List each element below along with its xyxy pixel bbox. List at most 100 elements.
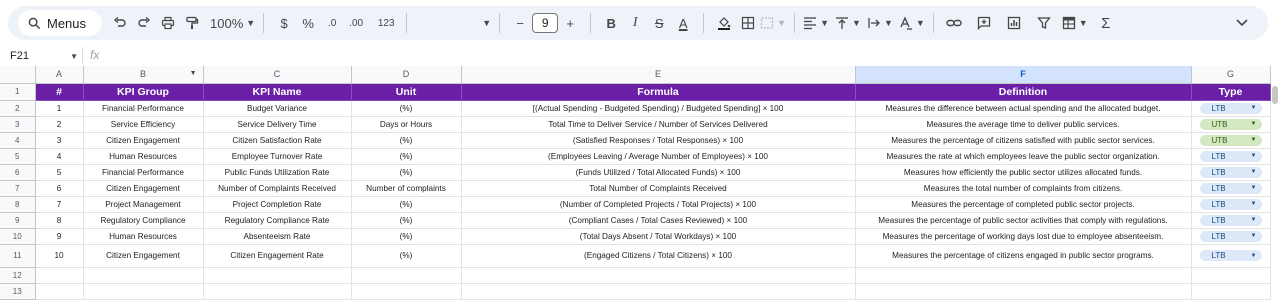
type-dropdown-chip[interactable]: LTB ▼ bbox=[1199, 150, 1262, 162]
text-wrap-icon[interactable]: ▼ bbox=[867, 10, 893, 36]
type-dropdown-chip[interactable]: LTB ▼ bbox=[1199, 198, 1262, 210]
type-dropdown-chip[interactable]: LTB ▼ bbox=[1199, 214, 1262, 226]
column-header-c[interactable]: C bbox=[203, 66, 352, 84]
column-header-a[interactable]: A bbox=[35, 66, 84, 84]
borders-icon[interactable] bbox=[736, 10, 760, 36]
row-header[interactable]: 12 bbox=[0, 267, 36, 284]
cell-type[interactable]: LTB ▼ bbox=[1191, 196, 1271, 213]
cell-kpi-name[interactable]: Citizen Satisfaction Rate bbox=[203, 132, 352, 149]
cell-type[interactable]: LTB ▼ bbox=[1191, 164, 1271, 181]
cell-number[interactable]: 4 bbox=[35, 148, 84, 165]
decrease-decimal-button[interactable]: .0 bbox=[320, 10, 344, 36]
cell-unit[interactable]: (%) bbox=[351, 228, 462, 245]
cell-type[interactable]: UTB ▼ bbox=[1191, 132, 1271, 149]
cell-type[interactable]: LTB ▼ bbox=[1191, 180, 1271, 197]
header-number[interactable]: # bbox=[35, 83, 84, 101]
cell-kpi-group[interactable]: Service Efficiency bbox=[83, 116, 204, 133]
empty-cell[interactable] bbox=[461, 283, 856, 300]
empty-cell[interactable] bbox=[83, 267, 204, 284]
cell-definition[interactable]: Measures the rate at which employees lea… bbox=[855, 148, 1192, 165]
number-format-button[interactable]: 123 bbox=[374, 10, 398, 36]
cell-kpi-name[interactable]: Number of Complaints Received bbox=[203, 180, 352, 197]
cell-number[interactable]: 5 bbox=[35, 164, 84, 181]
header-kpi-name[interactable]: KPI Name bbox=[203, 83, 352, 101]
cell-formula[interactable]: (Employees Leaving / Average Number of E… bbox=[461, 148, 856, 165]
row-header[interactable]: 4 bbox=[0, 132, 36, 149]
column-header-f[interactable]: F bbox=[855, 66, 1192, 84]
cell-kpi-group[interactable]: Human Resources bbox=[83, 228, 204, 245]
type-dropdown-chip[interactable]: LTB ▼ bbox=[1199, 102, 1262, 114]
cell-formula[interactable]: (Engaged Citizens / Total Citizens) × 10… bbox=[461, 244, 856, 268]
cell-formula[interactable]: (Number of Completed Projects / Total Pr… bbox=[461, 196, 856, 213]
name-box[interactable]: F21 ▼ bbox=[10, 49, 78, 63]
header-type[interactable]: Type bbox=[1191, 83, 1271, 101]
chart-icon[interactable] bbox=[1002, 10, 1026, 36]
empty-cell[interactable] bbox=[203, 267, 352, 284]
cell-type[interactable]: LTB ▼ bbox=[1191, 100, 1271, 117]
increase-decimal-button[interactable]: .00 bbox=[344, 10, 368, 36]
type-dropdown-chip[interactable]: LTB ▼ bbox=[1199, 166, 1262, 178]
header-formula[interactable]: Formula bbox=[461, 83, 856, 101]
cell-unit[interactable]: Number of complaints bbox=[351, 180, 462, 197]
empty-cell[interactable] bbox=[35, 283, 84, 300]
row-header[interactable]: 9 bbox=[0, 212, 36, 229]
font-select[interactable]: ▼ bbox=[415, 10, 491, 36]
type-dropdown-chip[interactable]: UTB ▼ bbox=[1199, 118, 1262, 130]
cell-kpi-name[interactable]: Employee Turnover Rate bbox=[203, 148, 352, 165]
empty-cell[interactable] bbox=[1191, 283, 1271, 300]
cell-formula[interactable]: [(Actual Spending - Budgeted Spending) /… bbox=[461, 100, 856, 117]
text-color-icon[interactable]: A bbox=[671, 10, 695, 36]
cell-kpi-name[interactable]: Service Delivery Time bbox=[203, 116, 352, 133]
cell-definition[interactable]: Measures the percentage of completed pub… bbox=[855, 196, 1192, 213]
cell-definition[interactable]: Measures how efficiently the public sect… bbox=[855, 164, 1192, 181]
row-header[interactable]: 5 bbox=[0, 148, 36, 165]
cell-formula[interactable]: Total Time to Deliver Service / Number o… bbox=[461, 116, 856, 133]
filter-views-icon[interactable]: ▼ bbox=[1062, 10, 1088, 36]
font-size-input[interactable]: 9 bbox=[532, 13, 559, 33]
cell-kpi-group[interactable]: Citizen Engagement bbox=[83, 244, 204, 268]
chevron-down-icon[interactable]: ▼ bbox=[190, 70, 197, 77]
merge-cells-icon[interactable]: ▼ bbox=[760, 10, 786, 36]
cell-kpi-group[interactable]: Financial Performance bbox=[83, 164, 204, 181]
horizontal-align-icon[interactable]: ▼ bbox=[803, 10, 829, 36]
cell-definition[interactable]: Measures the percentage of citizens sati… bbox=[855, 132, 1192, 149]
type-dropdown-chip[interactable]: UTB ▼ bbox=[1199, 134, 1262, 146]
row-header[interactable]: 7 bbox=[0, 180, 36, 197]
cell-definition[interactable]: Measures the average time to deliver pub… bbox=[855, 116, 1192, 133]
percent-button[interactable]: % bbox=[296, 10, 320, 36]
cell-type[interactable]: LTB ▼ bbox=[1191, 244, 1271, 268]
cell-kpi-name[interactable]: Project Completion Rate bbox=[203, 196, 352, 213]
cell-number[interactable]: 3 bbox=[35, 132, 84, 149]
empty-cell[interactable] bbox=[35, 267, 84, 284]
type-dropdown-chip[interactable]: LTB ▼ bbox=[1199, 250, 1262, 261]
font-size-increase-button[interactable]: + bbox=[558, 10, 582, 36]
cell-type[interactable]: LTB ▼ bbox=[1191, 212, 1271, 229]
cell-unit[interactable]: (%) bbox=[351, 164, 462, 181]
row-header[interactable]: 6 bbox=[0, 164, 36, 181]
cell-type[interactable]: LTB ▼ bbox=[1191, 148, 1271, 165]
menus-search[interactable]: Menus bbox=[18, 10, 102, 36]
strikethrough-icon[interactable]: S bbox=[647, 10, 671, 36]
cell-formula[interactable]: (Satisfied Responses / Total Responses) … bbox=[461, 132, 856, 149]
column-header-e[interactable]: E bbox=[461, 66, 856, 84]
bold-icon[interactable]: B bbox=[599, 10, 623, 36]
cell-number[interactable]: 8 bbox=[35, 212, 84, 229]
cell-definition[interactable]: Measures the difference between actual s… bbox=[855, 100, 1192, 117]
chevron-down-icon[interactable] bbox=[1230, 10, 1254, 36]
cell-definition[interactable]: Measures the percentage of citizens enga… bbox=[855, 244, 1192, 268]
cell-kpi-name[interactable]: Public Funds Utilization Rate bbox=[203, 164, 352, 181]
cell-number[interactable]: 6 bbox=[35, 180, 84, 197]
cell-formula[interactable]: (Compliant Cases / Total Cases Reviewed)… bbox=[461, 212, 856, 229]
cell-unit[interactable]: Days or Hours bbox=[351, 116, 462, 133]
cell-type[interactable]: LTB ▼ bbox=[1191, 228, 1271, 245]
cell-kpi-group[interactable]: Financial Performance bbox=[83, 100, 204, 117]
cell-type[interactable]: UTB ▼ bbox=[1191, 116, 1271, 133]
empty-cell[interactable] bbox=[855, 267, 1192, 284]
cell-number[interactable]: 10 bbox=[35, 244, 84, 268]
column-header-d[interactable]: D bbox=[351, 66, 462, 84]
cell-kpi-group[interactable]: Regulatory Compliance bbox=[83, 212, 204, 229]
cell-formula[interactable]: (Total Days Absent / Total Workdays) × 1… bbox=[461, 228, 856, 245]
cell-number[interactable]: 9 bbox=[35, 228, 84, 245]
redo-icon[interactable] bbox=[132, 10, 156, 36]
cell-unit[interactable]: (%) bbox=[351, 100, 462, 117]
